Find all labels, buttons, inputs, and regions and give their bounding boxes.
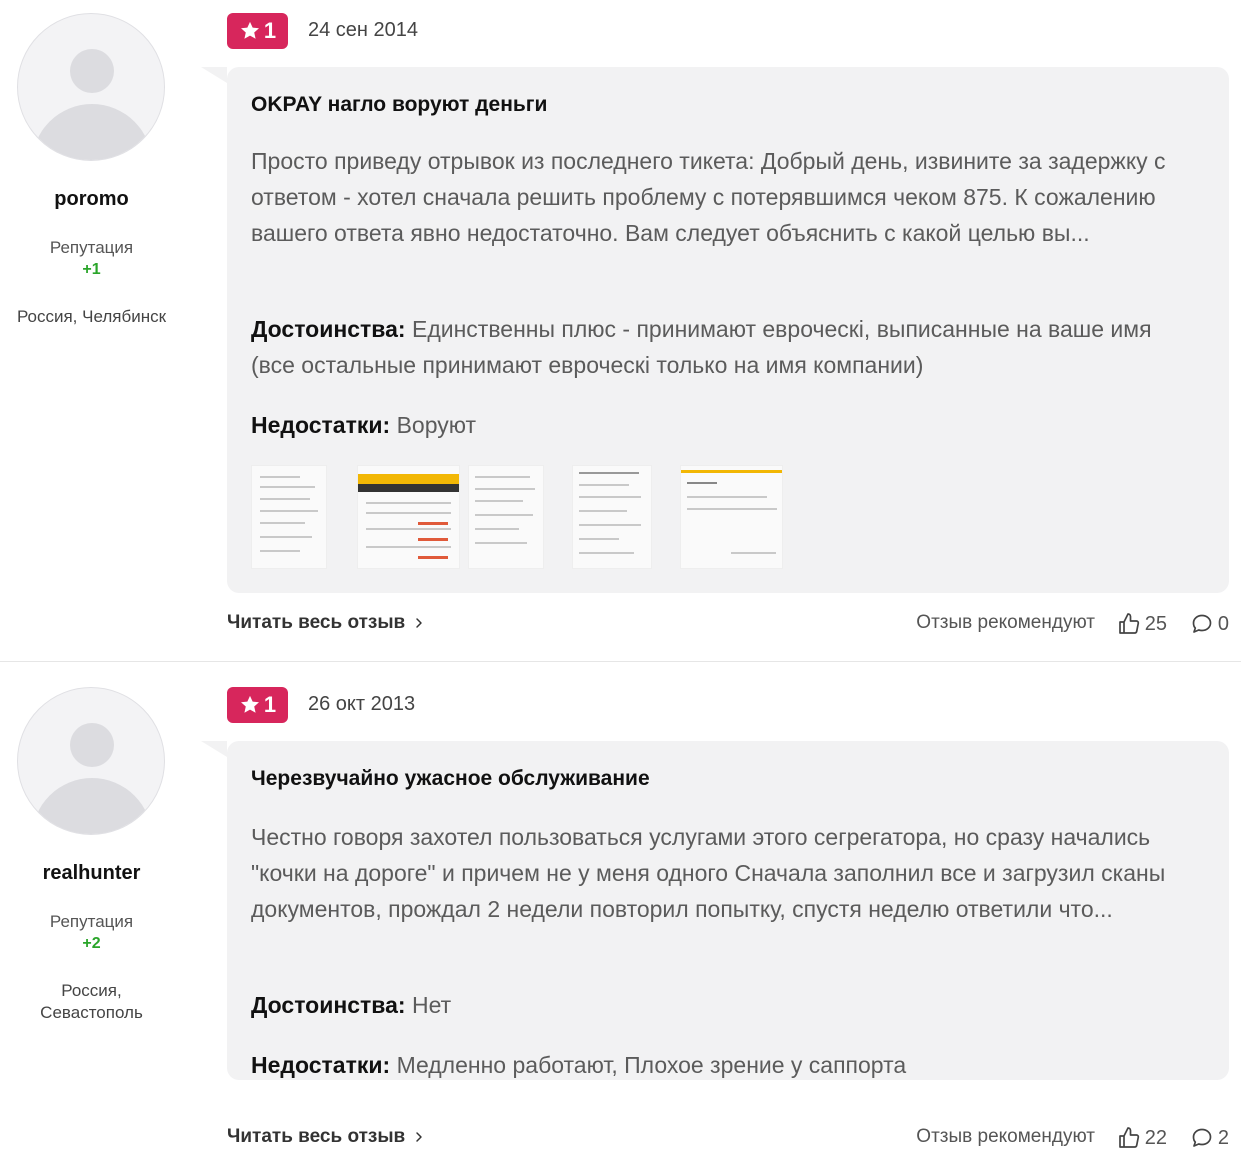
chevron-right-icon [416,1132,422,1142]
review-divider [0,661,1241,662]
review-cons: Недостатки: Медленно работают, Плохое зр… [251,1047,1201,1083]
likes-count: 22 [1144,1126,1167,1149]
review-image-thumbnail[interactable] [572,465,652,569]
review-image-thumbnail[interactable] [251,465,327,569]
avatar[interactable] [17,687,165,835]
author-location: Россия, Челябинск [16,307,167,326]
review-pros: Достоинства: Нет [251,987,1201,1023]
review-date: 26 окт 2013 [308,693,416,715]
reputation-label: Репутация [49,912,134,931]
read-more-link[interactable]: Читать весь отзыв [227,1126,427,1148]
review-images [251,465,783,569]
star-icon [240,21,259,39]
likes-count: 25 [1144,612,1167,635]
cons-text: Медленно работают, Плохое зрение у саппо… [396,1052,907,1078]
review-image-thumbnail[interactable] [680,465,783,569]
username[interactable]: realhunter [0,862,183,885]
review-item: realhunter Репутация +2 Россия, Севастоп… [0,674,1241,1160]
review-title[interactable]: Черезвучайно ужасное обслуживание [251,767,650,791]
username[interactable]: poromo [0,188,183,211]
rating-badge: 1 [227,13,288,49]
rating-badge: 1 [227,687,288,723]
thumbs-up-icon [1118,613,1139,634]
rating-value: 1 [263,18,277,43]
read-more-label: Читать весь отзыв [227,1126,406,1147]
recommend-label: Отзыв рекомендуют [916,1126,1095,1147]
comments-count: 2 [1217,1126,1229,1149]
like-button[interactable]: 25 [1117,612,1167,636]
cons-label: Недостатки: [251,1052,391,1078]
read-more-link[interactable]: Читать весь отзыв [227,612,427,634]
like-button[interactable]: 22 [1117,1126,1167,1150]
review-footer: Читать весь отзыв Отзыв рекомендуют 25 0 [227,612,1229,642]
reputation-value: +2 [82,935,101,952]
review-cons: Недостатки: Воруют [251,407,1201,443]
avatar[interactable] [17,13,165,161]
star-icon [240,695,259,713]
reputation-label: Репутация [49,238,134,257]
rating-value: 1 [263,692,277,717]
pros-label: Достоинства: [251,316,406,342]
chevron-right-icon [416,618,422,628]
thumbs-up-icon [1118,1127,1139,1148]
comment-icon [1192,1128,1212,1147]
review-card: OKPAY нагло воруют деньги Просто приведу… [201,67,1229,593]
review-pros: Достоинства: Единственны плюс - принимаю… [251,311,1201,383]
comments-button[interactable]: 0 [1190,612,1229,636]
author-location: Россия, Севастополь [40,981,143,1022]
pros-text: Нет [411,992,452,1018]
review-card: Черезвучайно ужасное обслуживание Честно… [201,741,1229,1083]
review-body: Честно говоря захотел пользоваться услуг… [251,824,1166,922]
review-image-thumbnail[interactable] [357,465,460,569]
cons-text: Воруют [396,412,477,438]
review-date: 24 сен 2014 [308,19,419,41]
pros-label: Достоинства: [251,992,406,1018]
comments-count: 0 [1217,612,1229,635]
review-body: Просто приведу отрывок из последнего тик… [251,148,1166,246]
comment-icon [1192,614,1212,633]
recommend-label: Отзыв рекомендуют [916,612,1095,633]
review-item: poromo Репутация +1 Россия, Челябинск 1 … [0,0,1241,661]
review-image-thumbnail[interactable] [468,465,544,569]
reputation-value: +1 [82,261,101,278]
read-more-label: Читать весь отзыв [227,612,406,633]
review-footer: Читать весь отзыв Отзыв рекомендуют 22 2 [227,1126,1229,1156]
cons-label: Недостатки: [251,412,391,438]
review-title[interactable]: OKPAY нагло воруют деньги [251,93,547,117]
comments-button[interactable]: 2 [1190,1126,1229,1150]
